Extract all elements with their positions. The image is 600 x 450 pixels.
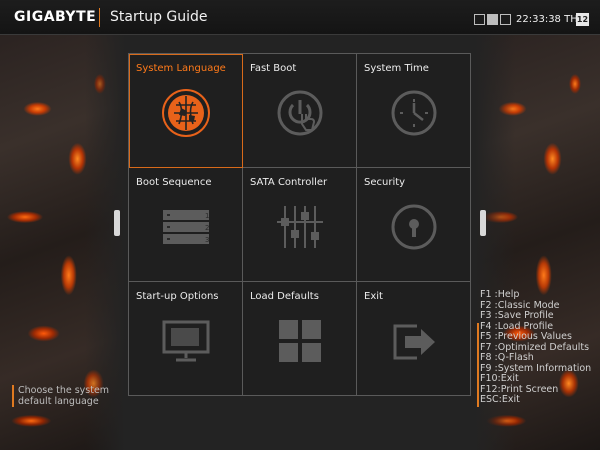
tile-label: System Language [136, 63, 226, 74]
hotkey-item[interactable]: F3 :Save Profile [480, 310, 591, 322]
screenshot-icon[interactable] [474, 14, 485, 25]
keyhole-icon [391, 204, 437, 250]
brand-logo: GIGABYTE [14, 9, 97, 25]
tile-label: Load Defaults [250, 291, 319, 302]
header-bar: GIGABYTE Startup Guide 22:33:38 THU 12 [0, 0, 600, 35]
header-divider [99, 8, 100, 27]
tile-system-language[interactable]: System Language [129, 54, 243, 168]
hotkey-item[interactable]: F10:Exit [480, 373, 591, 385]
tile-sata-controller[interactable]: SATA Controller [243, 168, 357, 282]
globe-icon [162, 89, 210, 137]
tile-label: Exit [364, 291, 383, 302]
hotkey-item[interactable]: F5 :Previous Values [480, 331, 591, 343]
tile-label: System Time [364, 63, 429, 74]
tile-boot-sequence[interactable]: Boot Sequence 1 2 3 [129, 168, 243, 282]
scroll-right-handle[interactable] [480, 210, 486, 236]
hotkey-item[interactable]: ESC:Exit [480, 394, 591, 406]
tile-system-time[interactable]: System Time [357, 54, 471, 168]
clock-readout: 22:33:38 THU [516, 14, 586, 25]
tile-label: Security [364, 177, 406, 188]
svg-text:1: 1 [205, 212, 209, 220]
tile-fast-boot[interactable]: Fast Boot [243, 54, 357, 168]
tile-label: Start-up Options [136, 291, 219, 302]
tile-label: SATA Controller [250, 177, 328, 188]
startup-guide-grid: System Language Fast Boot System Time Bo… [128, 53, 471, 396]
grid-icon [279, 320, 321, 362]
tile-label: Fast Boot [250, 63, 297, 74]
monitor-icon [162, 320, 210, 362]
svg-text:2: 2 [205, 224, 209, 232]
keyboard-icon[interactable] [487, 14, 498, 25]
tile-label: Boot Sequence [136, 177, 212, 188]
svg-text:3: 3 [205, 236, 209, 244]
calendar-icon: 12 [576, 13, 589, 26]
tile-start-up-options[interactable]: Start-up Options [129, 282, 243, 396]
clock-icon [391, 90, 437, 136]
hotkey-legend: F1 :Help F2 :Classic Mode F3 :Save Profi… [477, 289, 591, 407]
drive-stack-icon: 1 2 3 [163, 210, 209, 244]
help-description: Choose the system default language [12, 385, 128, 407]
hotkey-accent-bar [477, 323, 479, 407]
exit-arrow-icon [393, 324, 435, 360]
power-touch-icon [277, 90, 323, 136]
sliders-icon [277, 206, 323, 248]
tile-load-defaults[interactable]: Load Defaults [243, 282, 357, 396]
hotkey-item[interactable]: F8 :Q-Flash [480, 352, 591, 364]
window-icon[interactable] [500, 14, 511, 25]
hotkey-item[interactable]: F1 :Help [480, 289, 591, 301]
tile-security[interactable]: Security [357, 168, 471, 282]
scroll-left-handle[interactable] [114, 210, 120, 236]
page-title: Startup Guide [110, 9, 208, 25]
tile-exit[interactable]: Exit [357, 282, 471, 396]
